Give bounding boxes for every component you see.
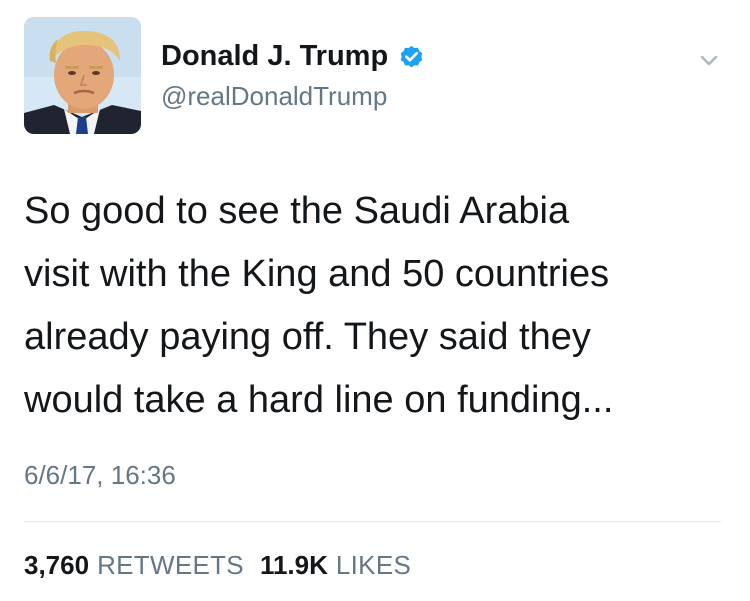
likes-label: LIKES bbox=[335, 550, 412, 580]
tweet-stats: 3,760 RETWEETS 11.9K LIKES bbox=[24, 548, 411, 582]
tweet-text-line: So good to see the Saudi Arabia bbox=[24, 190, 570, 232]
author-handle[interactable]: @realDonaldTrump bbox=[161, 80, 387, 112]
likes-stat[interactable]: 11.9K LIKES bbox=[260, 550, 411, 580]
retweets-label: RETWEETS bbox=[97, 550, 244, 580]
avatar[interactable] bbox=[24, 17, 141, 134]
tweet-text: So good to see the Saudi Arabia visit wi… bbox=[24, 180, 724, 432]
likes-count: 11.9K bbox=[259, 550, 328, 580]
tweet-card: Donald J. Trump @realDonaldTrump So good… bbox=[0, 0, 750, 601]
chevron-down-icon[interactable] bbox=[697, 48, 721, 72]
verified-badge-icon bbox=[398, 43, 425, 70]
avatar-image bbox=[24, 17, 141, 134]
retweets-count: 3,760 bbox=[24, 550, 90, 580]
author-name-row[interactable]: Donald J. Trump bbox=[161, 38, 425, 74]
divider bbox=[24, 521, 721, 522]
retweets-stat[interactable]: 3,760 RETWEETS bbox=[24, 550, 244, 580]
tweet-text-line: visit with the King and 50 countries bbox=[24, 253, 610, 295]
author-display-name[interactable]: Donald J. Trump bbox=[161, 38, 388, 74]
tweet-text-line: would take a hard line on funding... bbox=[24, 379, 614, 421]
tweet-text-line: already paying off. They said they bbox=[24, 316, 591, 358]
tweet-timestamp[interactable]: 6/6/17, 16:36 bbox=[24, 458, 176, 492]
